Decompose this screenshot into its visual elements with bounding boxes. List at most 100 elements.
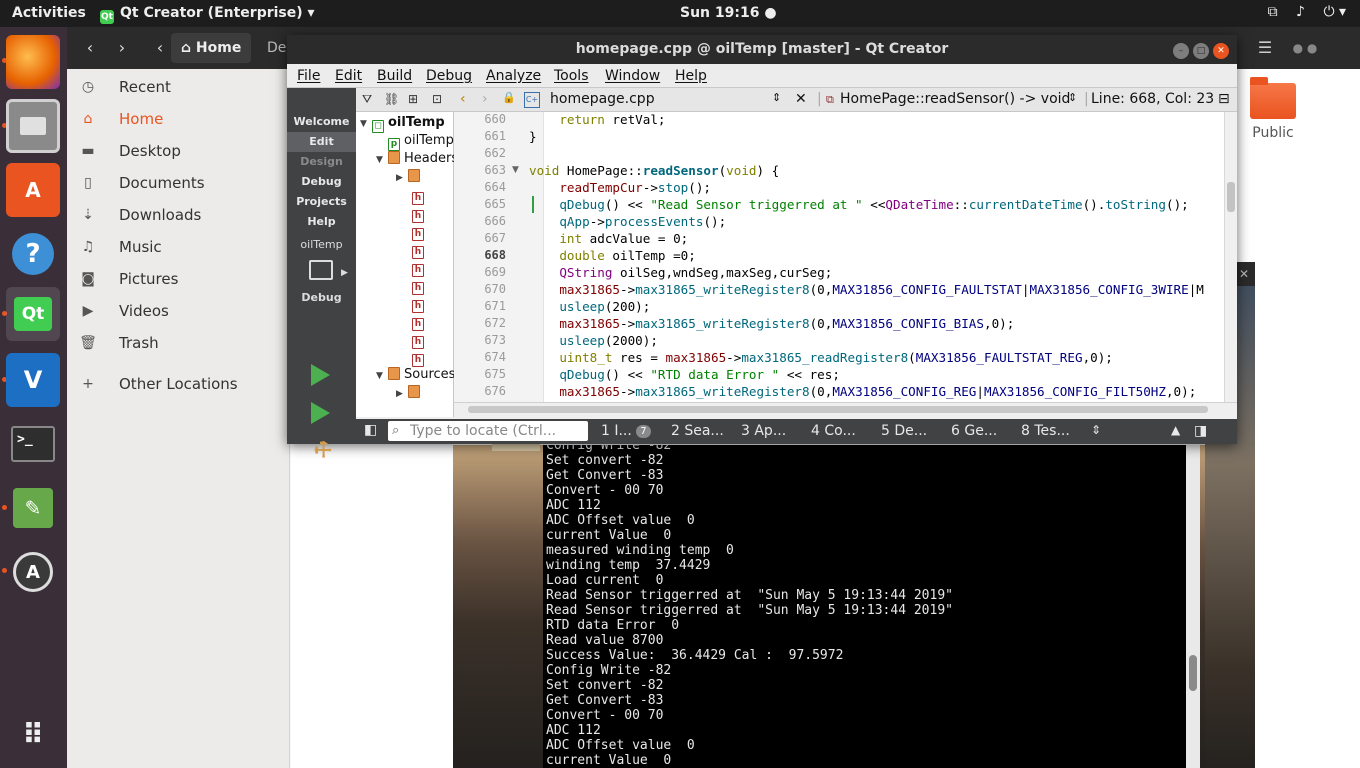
close-button[interactable]: ✕ xyxy=(1213,43,1229,59)
tree-headers[interactable]: ▼ Headers xyxy=(376,150,458,167)
editor-vertical-scrollbar[interactable] xyxy=(1224,112,1237,402)
app-grid-icon[interactable]: ⠿ xyxy=(6,707,60,761)
tree-header-file[interactable]: h xyxy=(412,204,428,223)
scrollbar-thumb[interactable] xyxy=(468,406,1208,413)
sidebar-item-videos[interactable]: ▶ Videos xyxy=(67,295,290,327)
sidebar-item-downloads[interactable]: ⇣ Downloads xyxy=(67,199,290,231)
sidebar-item-recent[interactable]: ◷ Recent xyxy=(67,71,290,103)
sidebar-item-pictures[interactable]: ◙ Pictures xyxy=(67,263,290,295)
tree-header-file[interactable]: h xyxy=(412,312,428,331)
code-line[interactable]: qDebug() << "Read Sensor triggerred at "… xyxy=(529,197,1188,212)
tree-header-file[interactable]: h xyxy=(412,330,428,349)
split-editor-icon[interactable]: ⊟ xyxy=(1218,91,1230,107)
code-line[interactable]: max31865->max31865_writeRegister8(0,MAX3… xyxy=(529,282,1204,297)
mode-design[interactable]: Design xyxy=(287,152,356,172)
tree-sources[interactable]: ▼ Sources xyxy=(376,366,455,383)
tree-header-file[interactable]: h xyxy=(412,186,428,205)
terminal-icon[interactable]: >_ xyxy=(6,417,60,471)
tab-search-results[interactable]: 2 Sea... xyxy=(671,423,724,439)
tab-issues[interactable]: 1 I... 7 xyxy=(601,423,651,439)
mode-projects[interactable]: Projects xyxy=(287,192,356,212)
fold-marker-icon[interactable]: ▼ xyxy=(512,165,519,175)
sidebar-item-trash[interactable]: 🗑 Trash xyxy=(67,327,290,359)
activities-button[interactable]: Activities xyxy=(12,5,86,21)
tree-header-file[interactable]: h xyxy=(412,222,428,241)
terminal-output[interactable]: Config Write -82 Set convert -82 Get Conve… xyxy=(543,445,1200,768)
qt-designer-icon[interactable]: ✎ xyxy=(6,481,60,535)
terminal-scrollbar[interactable] xyxy=(1186,445,1200,768)
maximize-button[interactable]: □ xyxy=(1193,43,1209,59)
firefox-icon[interactable] xyxy=(6,35,60,89)
files-icon[interactable] xyxy=(6,99,60,153)
maximize-pane-icon[interactable]: ▲ xyxy=(1171,423,1180,437)
clock[interactable]: Sun 19:16 ● xyxy=(680,5,777,21)
editor-horizontal-scrollbar[interactable] xyxy=(454,402,1237,416)
volume-icon[interactable]: ♪ xyxy=(1296,4,1305,20)
tree-header-file[interactable]: h xyxy=(412,258,428,277)
code-line[interactable]: max31865->max31865_writeRegister8(0,MAX3… xyxy=(529,316,1014,331)
toggle-right-sidebar-icon[interactable]: ◨ xyxy=(1194,423,1207,439)
app-menu[interactable]: Qt Qt Creator (Enterprise) ▾ xyxy=(100,5,315,24)
mode-debug[interactable]: Debug xyxy=(287,172,356,192)
help-icon[interactable]: ? xyxy=(6,227,60,281)
code-line[interactable]: double oilTemp =0; xyxy=(529,248,696,263)
nav-forward-icon[interactable]: › xyxy=(482,91,488,107)
tree-subfolder[interactable]: ▶ xyxy=(396,384,424,401)
vnc-tray-icon[interactable]: ⧉ xyxy=(1268,4,1278,20)
hamburger-menu-icon[interactable]: ☰ xyxy=(1250,34,1280,62)
system-tray[interactable]: ⧉ ♪ ⏻ ▾ xyxy=(1254,4,1346,20)
toggle-sidebar-icon[interactable]: ◧ xyxy=(364,422,377,438)
tree-subfolder[interactable]: ▶ xyxy=(396,168,424,185)
locator-input[interactable]: ⌕ Type to locate (Ctrl... xyxy=(388,421,588,441)
code-line[interactable]: qDebug() << "RTD data Error " << res; xyxy=(529,367,840,382)
tree-header-file[interactable]: h xyxy=(412,294,428,313)
close-split-icon[interactable]: ⊡ xyxy=(432,92,442,106)
code-line[interactable]: readTempCur->stop(); xyxy=(529,180,711,195)
minimize-button[interactable]: – xyxy=(1173,43,1189,59)
mode-edit[interactable]: Edit xyxy=(287,132,356,152)
kit-selector-monitor-icon[interactable] xyxy=(309,260,333,280)
link-icon[interactable]: ⛓ xyxy=(384,92,399,106)
window-controls[interactable]: ● ● ● xyxy=(1290,34,1320,83)
code-line[interactable]: QString oilSeg,wndSeg,maxSeg,curSeg; xyxy=(529,265,832,280)
close-document-icon[interactable]: ✕ xyxy=(795,91,807,107)
tree-header-file[interactable]: h xyxy=(412,348,428,367)
tab-general-messages[interactable]: 6 Ge... xyxy=(951,423,997,439)
sidebar-item-other-locations[interactable]: + Other Locations xyxy=(67,368,290,400)
software-icon[interactable]: A xyxy=(6,163,60,217)
symbol-selector-arrows[interactable]: ⇕ xyxy=(1068,91,1077,104)
code-line[interactable]: usleep(200); xyxy=(529,299,650,314)
menu-debug[interactable]: Debug xyxy=(426,68,472,84)
code-editor[interactable]: 660 661 662 663 ▼ 664 665 666 667 668 669 670 671 672… xyxy=(454,112,1224,402)
file-selector[interactable]: homepage.cpp xyxy=(550,91,655,107)
menu-edit[interactable]: Edit xyxy=(335,68,362,84)
public-folder[interactable]: Public xyxy=(1247,77,1299,141)
code-line[interactable]: int adcValue = 0; xyxy=(529,231,688,246)
tab-debugger-console[interactable]: 5 De... xyxy=(881,423,927,439)
tab-test-results[interactable]: 8 Tes... xyxy=(1021,423,1070,439)
mode-help[interactable]: Help xyxy=(287,212,356,232)
window-title[interactable]: homepage.cpp @ oilTemp [master] - Qt Cre… xyxy=(287,35,1237,64)
sidebar-item-documents[interactable]: ▯ Documents xyxy=(67,167,290,199)
menu-analyze[interactable]: Analyze xyxy=(486,68,541,84)
lock-icon[interactable]: 🔒 xyxy=(502,91,516,104)
scrollbar-thumb[interactable] xyxy=(1189,655,1197,691)
code-line[interactable]: void HomePage::readSensor(void) { xyxy=(529,163,779,178)
back-button[interactable]: ‹ xyxy=(75,34,105,62)
tree-root[interactable]: ▼ ◻ oilTemp xyxy=(360,114,445,133)
cursor-position[interactable]: Line: 668, Col: 23 xyxy=(1091,91,1214,107)
tab-application-output[interactable]: 3 Ap... xyxy=(741,423,786,439)
file-selector-arrows[interactable]: ⇕ xyxy=(772,91,781,104)
code-line[interactable]: } xyxy=(529,129,537,144)
sidebar-item-music[interactable]: ♫ Music xyxy=(67,231,290,263)
tab-compile-output[interactable]: 4 Co... xyxy=(811,423,856,439)
more-tabs-icon[interactable]: ⇕ xyxy=(1091,423,1101,437)
updater-icon[interactable]: A xyxy=(6,545,60,599)
code-line[interactable]: uint8_t res = max31865->max31865_readReg… xyxy=(529,350,1113,365)
qt-creator-icon[interactable]: Qt xyxy=(6,287,60,341)
tree-header-file[interactable]: h xyxy=(412,276,428,295)
nav-back-icon[interactable]: ‹ xyxy=(460,91,466,107)
filter-icon[interactable]: ⛛ xyxy=(362,92,372,107)
forward-button[interactable]: › xyxy=(107,34,137,62)
sidebar-item-desktop[interactable]: ▬ Desktop xyxy=(67,135,290,167)
